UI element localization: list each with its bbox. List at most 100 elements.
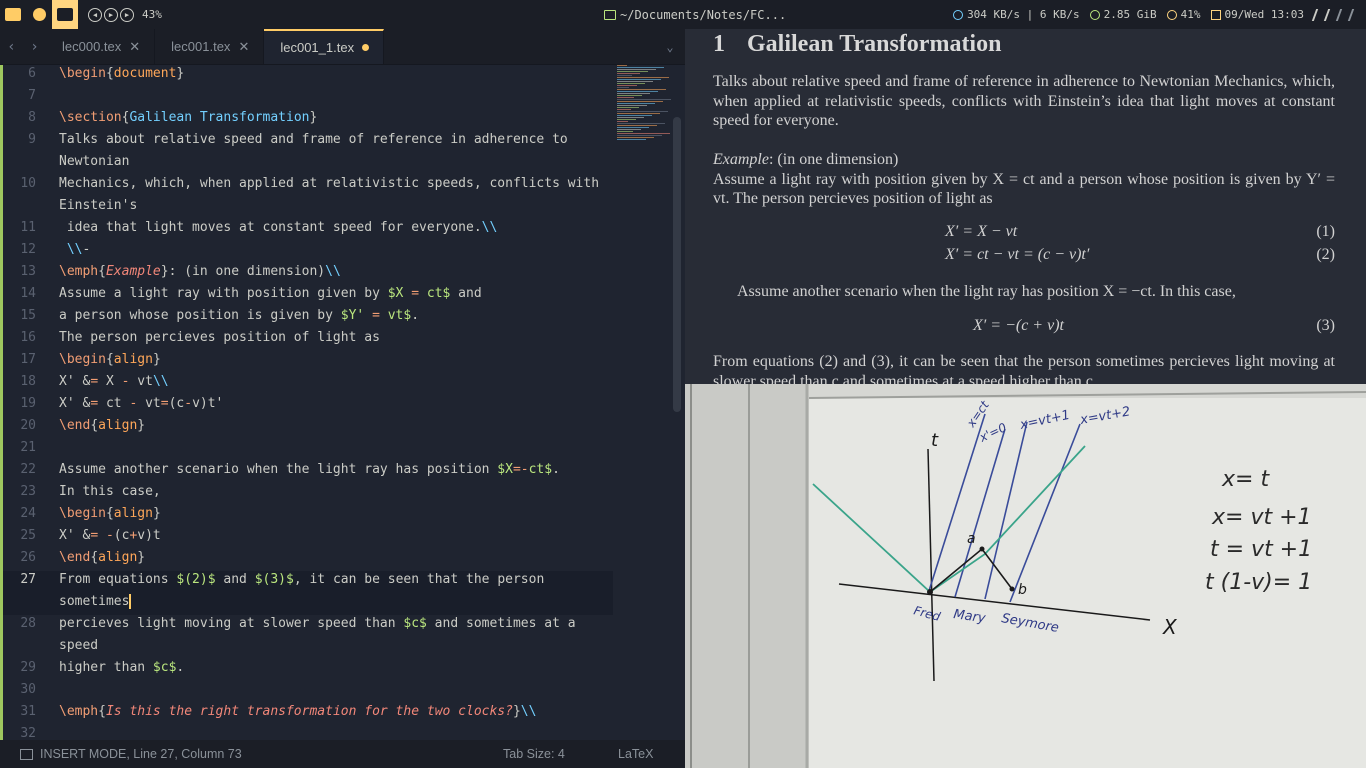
code-line[interactable]: percieves light moving at slower speed t… xyxy=(59,616,576,631)
code-token: $X xyxy=(497,462,513,477)
code-token: \begin xyxy=(59,352,106,367)
t-axis-label: t xyxy=(931,430,939,451)
previous-track-icon[interactable]: ◀ xyxy=(88,7,102,22)
line-number: 18 xyxy=(20,374,36,389)
code-token: From equations xyxy=(59,572,177,587)
code-token: = xyxy=(90,528,99,543)
tab-lec001-1[interactable]: lec001_1.tex xyxy=(264,29,385,64)
code-line[interactable]: Newtonian xyxy=(59,154,129,169)
code-token: \\ xyxy=(481,220,498,235)
line-number: 21 xyxy=(20,440,36,455)
feather-icon[interactable] xyxy=(1311,8,1331,21)
modified-dot-icon[interactable] xyxy=(362,44,370,51)
chevron-down-icon[interactable]: ⌄ xyxy=(655,29,685,64)
code-line[interactable]: From equations $(2)$ and $(3)$, it can b… xyxy=(59,572,544,587)
code-line[interactable]: \end{align} xyxy=(59,550,145,565)
code-line[interactable]: idea that light moves at constant speed … xyxy=(59,220,497,235)
paragraph-conclusion: From equations (2) and (3), it can be se… xyxy=(713,353,1335,384)
code-token: - xyxy=(105,528,114,543)
code-token: $c$ xyxy=(403,616,427,631)
code-token: { xyxy=(90,418,99,433)
tab-lec001[interactable]: lec001.tex ✕ xyxy=(155,29,265,64)
code-token: $(3)$ xyxy=(254,572,294,587)
minimap-line xyxy=(617,111,668,112)
play-icon[interactable]: ▶ xyxy=(104,7,118,22)
lecture-video[interactable]: t X x=ct x'=0 x=vt+1 x=vt+2 a b Fred Mar… xyxy=(685,384,1366,768)
editor-scrollbar[interactable] xyxy=(673,117,681,412)
panel-toggle-icon[interactable] xyxy=(20,748,33,760)
code-line[interactable]: \emph{Example}: (in one dimension)\\ xyxy=(59,264,341,279)
code-line[interactable]: X' &= -(c+v)t xyxy=(59,528,161,543)
code-token: \emph xyxy=(59,704,99,719)
code-line[interactable]: \emph{Is this the right transformation f… xyxy=(59,704,536,719)
network-stat: 304 KB/s | 6 KB/s xyxy=(953,8,1080,21)
syntax-selector[interactable]: LaTeX xyxy=(618,747,685,761)
next-track-icon[interactable]: ▶ xyxy=(120,7,134,22)
code-line[interactable]: speed xyxy=(59,638,98,653)
clock[interactable]: 09/Wed 13:03 xyxy=(1210,8,1304,21)
code-line[interactable]: higher than $c$. xyxy=(59,660,184,675)
code-line[interactable]: \begin{align} xyxy=(59,352,161,367)
terminal-icon xyxy=(5,8,21,21)
memory-value: 2.85 GiB xyxy=(1103,8,1157,21)
code-token: , it can be seen that the person xyxy=(293,572,545,587)
minimap-line xyxy=(617,91,658,92)
editor-tab-bar: ‹ › lec000.tex ✕ lec001.tex ✕ lec001_1.t… xyxy=(0,29,685,65)
line-number: 12 xyxy=(20,242,36,257)
browser-launcher[interactable] xyxy=(26,0,52,29)
code-line[interactable]: Einstein's xyxy=(59,198,137,213)
code-token: $X xyxy=(387,286,412,301)
code-line[interactable]: The person percieves position of light a… xyxy=(59,330,380,345)
line-number: 32 xyxy=(20,726,36,740)
minimap-line xyxy=(617,75,632,76)
x-axis-label: X xyxy=(1162,615,1178,639)
code-line[interactable]: Assume a light ray with position given b… xyxy=(59,286,482,301)
close-icon[interactable]: ✕ xyxy=(238,39,249,55)
code-line[interactable]: Mechanics, which, when applied at relati… xyxy=(59,176,599,191)
code-line[interactable]: \begin{document} xyxy=(59,66,184,81)
code-line[interactable]: \section{Galilean Transformation} xyxy=(59,110,317,125)
code-token: Galilean Transformation xyxy=(129,110,310,125)
pdf-preview[interactable]: 1 Galilean Transformation Talks about rel… xyxy=(685,29,1366,384)
code-token: = xyxy=(90,374,99,389)
minimap-line xyxy=(617,109,631,110)
code-editor[interactable]: 6 \begin{document} 7 8 \section{Galilean Tra… xyxy=(0,65,685,740)
code-token: \end xyxy=(59,418,91,433)
app-logo-icon[interactable] xyxy=(1335,8,1355,21)
network-speed-icon xyxy=(953,9,964,20)
code-token: X' & xyxy=(59,396,91,411)
code-line[interactable]: a person whose position is given by $Y' … xyxy=(59,308,419,323)
terminal-launcher[interactable] xyxy=(0,0,26,29)
code-line[interactable]: X' &= X - vt\\ xyxy=(59,374,169,389)
code-line[interactable]: sometimes xyxy=(59,594,132,609)
memory-stat: 2.85 GiB xyxy=(1089,8,1157,21)
tab-size-selector[interactable]: Tab Size: 4 xyxy=(503,747,618,761)
code-line[interactable]: X' &= ct - vt=(c-v)t' xyxy=(59,396,223,411)
minimap-line xyxy=(617,133,670,134)
code-token: Talks about relative speed and frame of … xyxy=(59,132,568,147)
minimap-line xyxy=(617,129,641,130)
code-line[interactable]: \end{align} xyxy=(59,418,145,433)
code-line[interactable]: In this case, xyxy=(59,484,161,499)
code-token: document xyxy=(113,66,177,81)
status-bar: INSERT MODE, Line 27, Column 73 Tab Size… xyxy=(0,740,685,768)
code-token: =- xyxy=(512,462,529,477)
close-icon[interactable]: ✕ xyxy=(129,39,140,55)
chevron-right-icon[interactable]: › xyxy=(23,29,46,64)
code-token: - xyxy=(184,396,193,411)
chevron-left-icon[interactable]: ‹ xyxy=(0,29,23,64)
code-token: . xyxy=(176,660,185,675)
files-launcher[interactable] xyxy=(52,0,78,29)
code-line[interactable]: \begin{align} xyxy=(59,506,161,521)
minimap[interactable] xyxy=(617,65,672,145)
code-line[interactable]: Talks about relative speed and frame of … xyxy=(59,132,568,147)
code-line[interactable]: Assume another scenario when the light r… xyxy=(59,462,560,477)
code-token: { xyxy=(98,704,106,719)
code-token: \end xyxy=(59,550,91,565)
code-line[interactable]: \\- xyxy=(59,242,90,257)
tab-lec000[interactable]: lec000.tex ✕ xyxy=(46,29,156,64)
code-token: ct$ xyxy=(528,462,553,477)
line-number: 11 xyxy=(20,220,36,235)
